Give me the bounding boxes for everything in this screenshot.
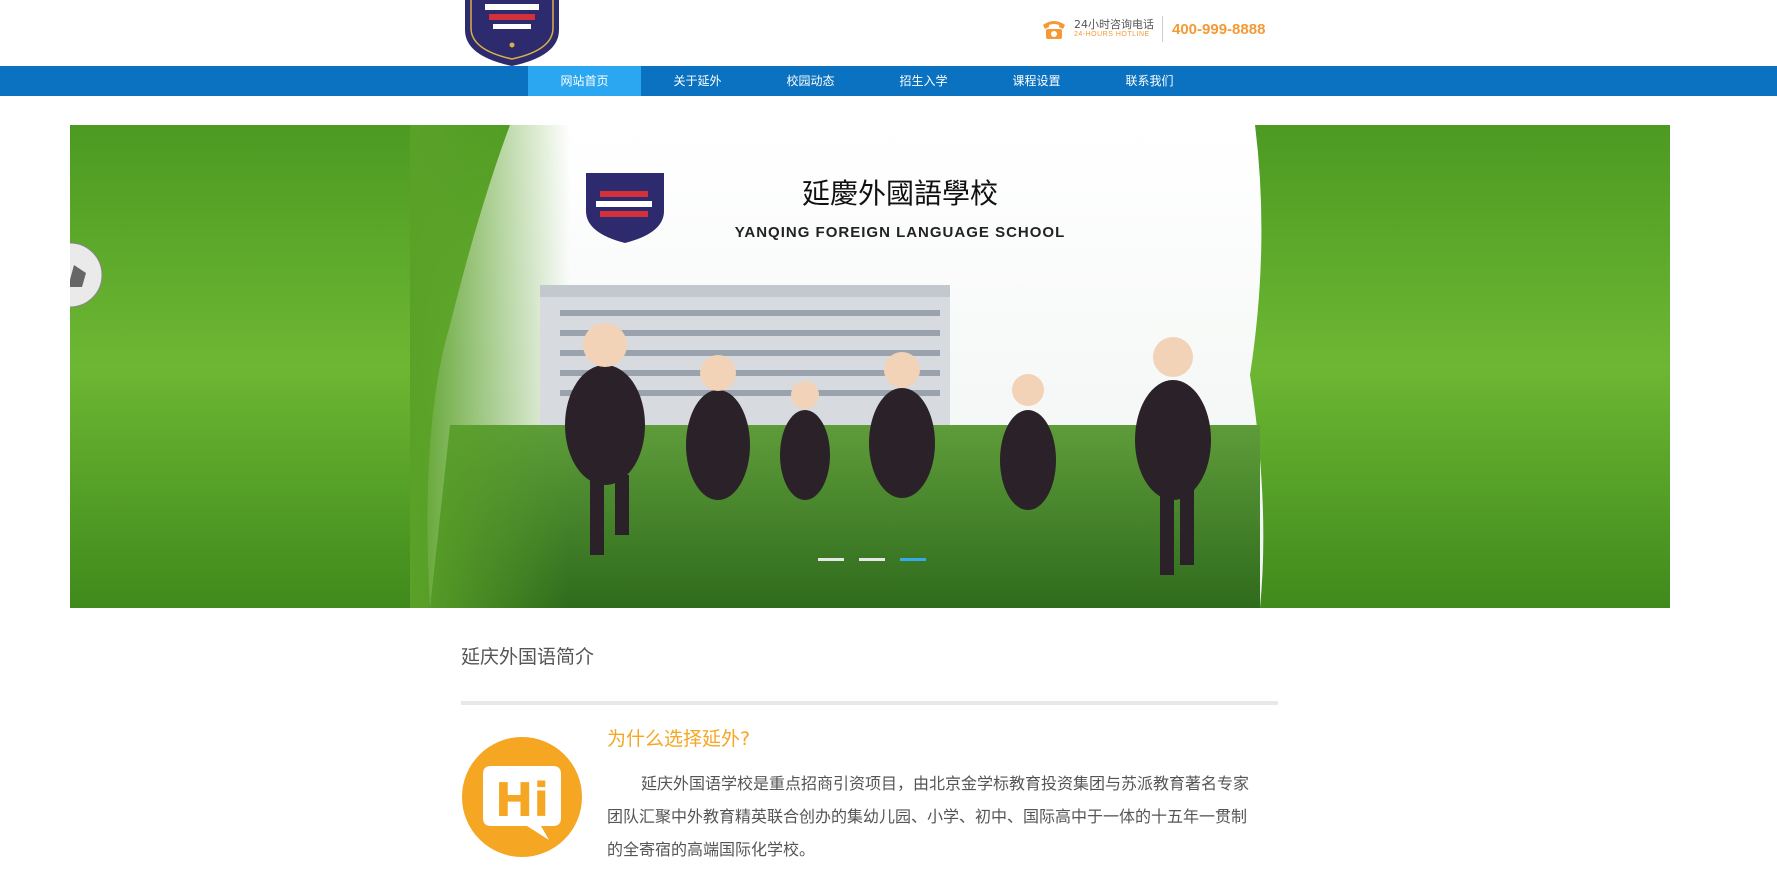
nav-item-about[interactable]: 关于延外 [641, 66, 754, 96]
school-crest-logo[interactable] [461, 0, 563, 66]
slide-dot-1[interactable] [818, 558, 844, 561]
banner-image: 延慶外國語學校 YANQING FOREIGN LANGUAGE SCHOOL [70, 125, 1670, 608]
hotline-label: 24小时咨询电话 [1074, 18, 1154, 32]
site-header: 24小时咨询电话 24-HOURS HOTLINE 400-999-8888 [0, 0, 1777, 66]
hotline-label-en: 24-HOURS HOTLINE [1074, 31, 1150, 39]
hotline-number: 400-999-8888 [1172, 20, 1266, 38]
nav-item-contact[interactable]: 联系我们 [1093, 66, 1206, 96]
banner-school-name-cn: 延慶外國語學校 [802, 177, 998, 210]
slide-dot-2[interactable] [859, 558, 885, 561]
banner-school-name-en: YANQING FOREIGN LANGUAGE SCHOOL [735, 224, 1065, 241]
hotline-box: 24小时咨询电话 24-HOURS HOTLINE 400-999-8888 [1040, 14, 1265, 44]
slide-dot-3[interactable] [900, 558, 926, 561]
hi-badge-icon: Hi [462, 737, 582, 857]
nav-item-campus-news[interactable]: 校园动态 [754, 66, 867, 96]
slide-indicators [70, 558, 1670, 564]
hero-banner[interactable]: 延慶外國語學校 YANQING FOREIGN LANGUAGE SCHOOL [70, 125, 1670, 608]
intro-paragraph: 延庆外国语学校是重点招商引资项目，由北京金学标教育投资集团与苏派教育著名专家团队… [607, 774, 1250, 859]
section-divider [461, 701, 1278, 705]
phone-icon [1043, 21, 1065, 39]
hotline-divider [1162, 16, 1163, 42]
section-title: 延庆外国语简介 [461, 646, 595, 668]
nav-item-admissions[interactable]: 招生入学 [867, 66, 980, 96]
why-choose-title: 为什么选择延外? [607, 728, 751, 750]
svg-text:Hi: Hi [495, 773, 549, 827]
nav-item-home[interactable]: 网站首页 [528, 66, 641, 96]
main-nav: 网站首页 关于延外 校园动态 招生入学 课程设置 联系我们 [0, 66, 1777, 96]
nav-item-courses[interactable]: 课程设置 [980, 66, 1093, 96]
